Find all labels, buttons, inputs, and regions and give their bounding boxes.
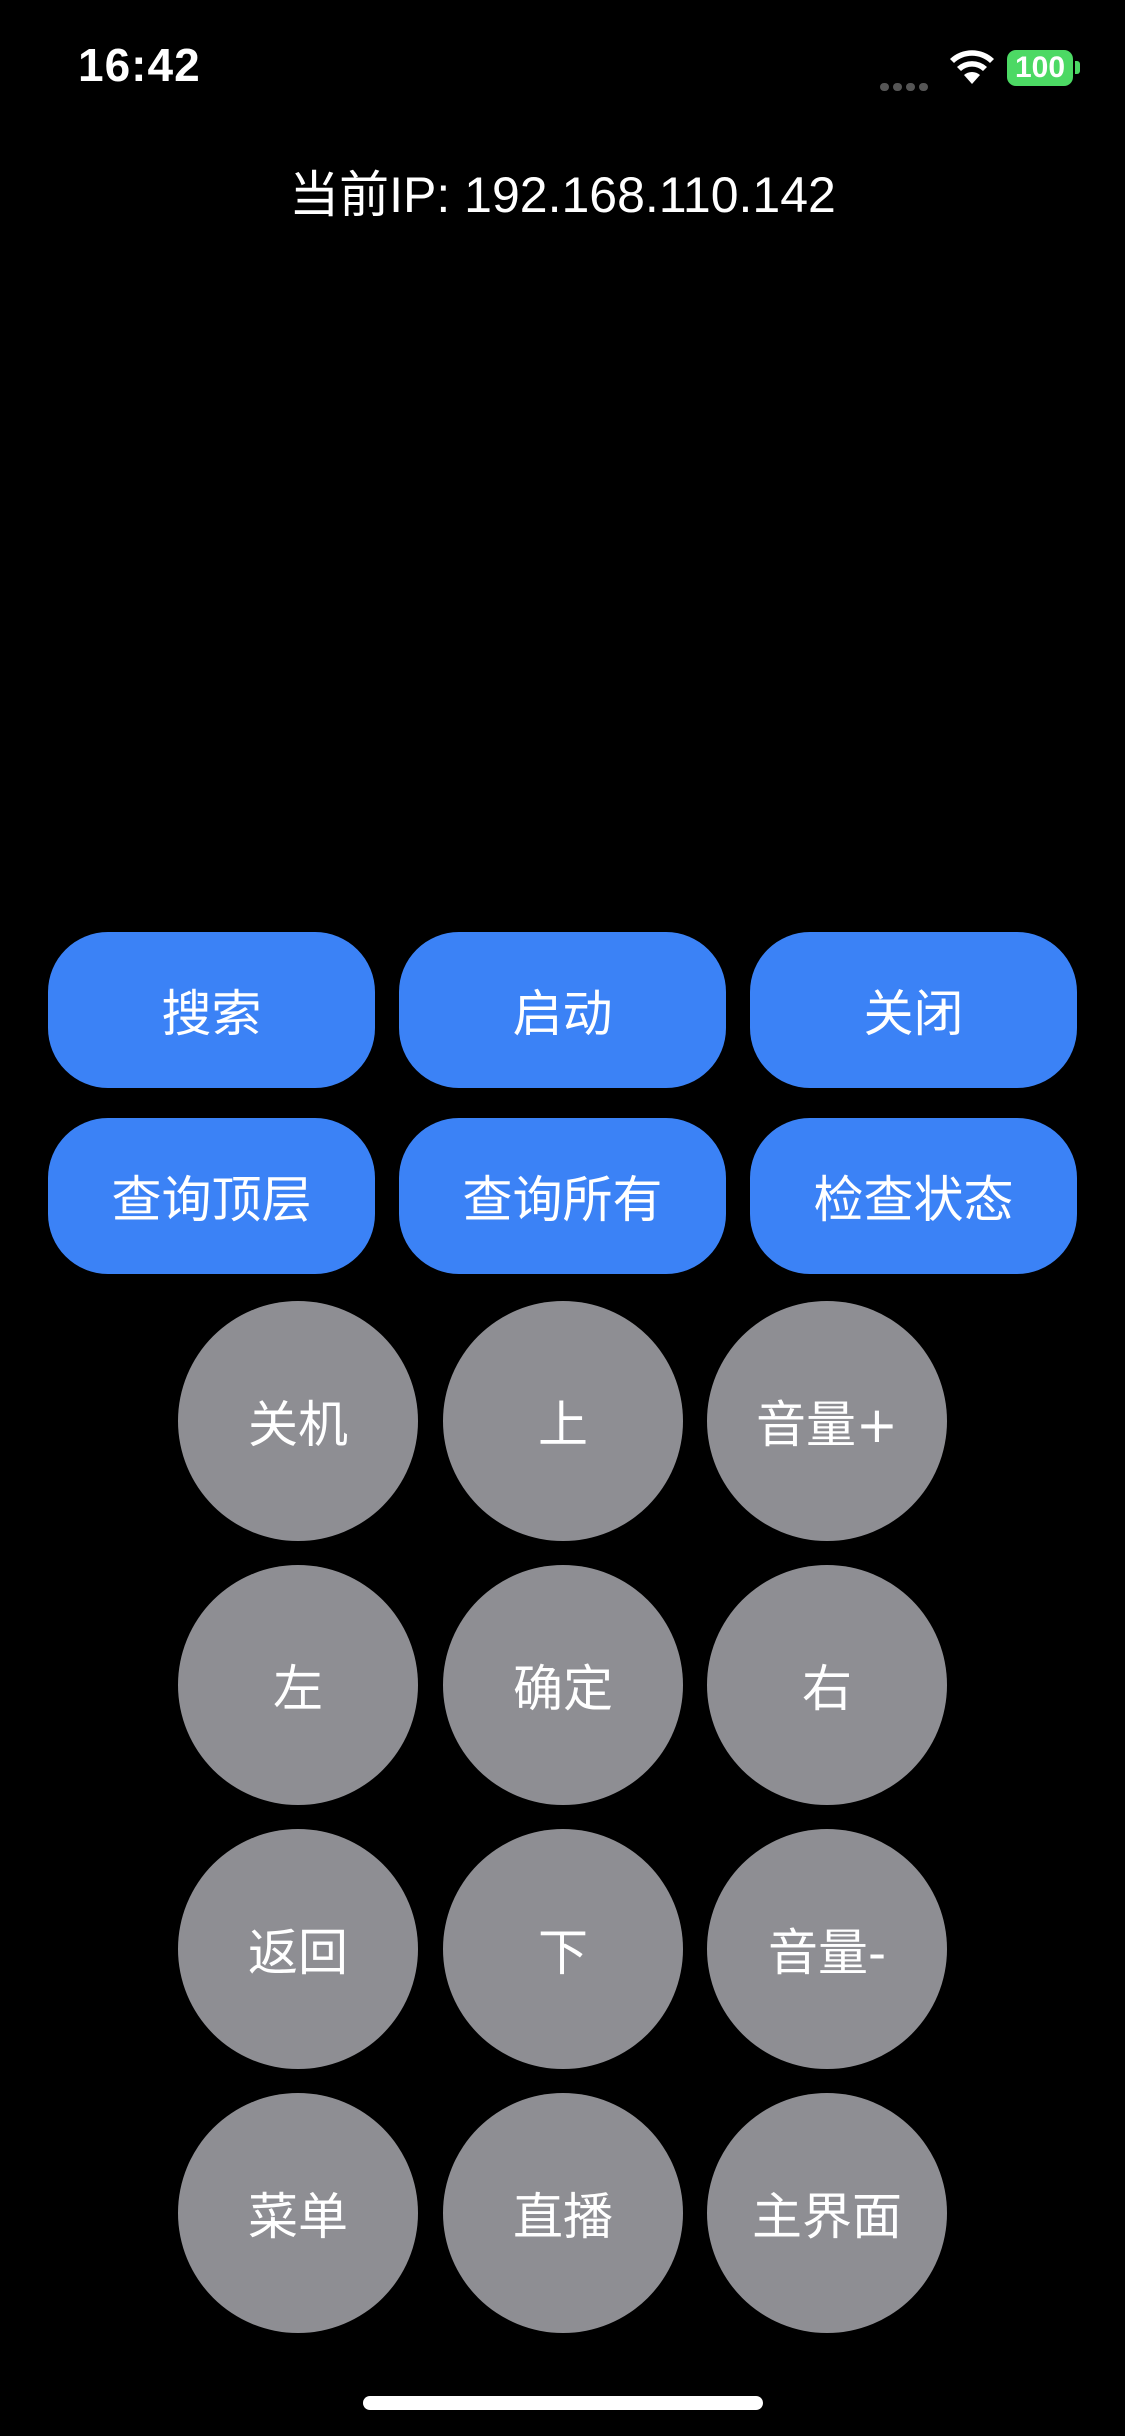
power-off-button[interactable]: 关机 <box>178 1301 418 1541</box>
status-bar: 16:42 100 <box>0 0 1125 132</box>
check-status-button[interactable]: 检查状态 <box>750 1118 1077 1274</box>
query-all-button[interactable]: 查询所有 <box>399 1118 726 1274</box>
home-button[interactable]: 主界面 <box>707 2093 947 2333</box>
up-button[interactable]: 上 <box>443 1301 683 1541</box>
battery-cap <box>1075 61 1080 74</box>
ok-button[interactable]: 确定 <box>443 1565 683 1805</box>
search-button[interactable]: 搜索 <box>48 932 375 1088</box>
home-indicator[interactable] <box>363 2396 763 2410</box>
menu-button[interactable]: 菜单 <box>178 2093 418 2333</box>
cellular-signal-icon <box>880 76 934 91</box>
status-time: 16:42 <box>78 39 201 91</box>
current-ip-label: 当前IP: 192.168.110.142 <box>289 167 836 223</box>
wifi-icon <box>950 50 994 84</box>
down-button[interactable]: 下 <box>443 1829 683 2069</box>
query-top-button[interactable]: 查询顶层 <box>48 1118 375 1274</box>
right-button[interactable]: 右 <box>707 1565 947 1805</box>
live-button[interactable]: 直播 <box>443 2093 683 2333</box>
volume-down-button[interactable]: 音量- <box>707 1829 947 2069</box>
left-button[interactable]: 左 <box>178 1565 418 1805</box>
volume-up-button[interactable]: 音量+ <box>707 1301 947 1541</box>
start-button[interactable]: 启动 <box>399 932 726 1088</box>
battery-icon: 100 <box>1007 50 1073 86</box>
back-button[interactable]: 返回 <box>178 1829 418 2069</box>
close-button[interactable]: 关闭 <box>750 932 1077 1088</box>
